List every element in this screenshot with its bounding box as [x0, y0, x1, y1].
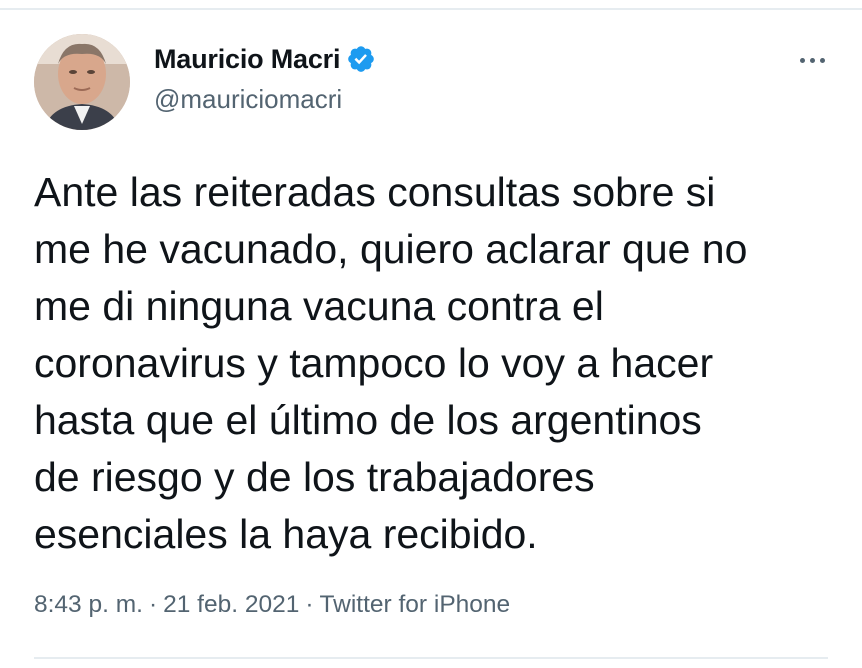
tweet-text-line: de riesgo y de los trabajadores [34, 454, 595, 500]
avatar-image [34, 34, 130, 130]
tweet-metadata: 8:43 p. m. · 21 feb. 2021 · Twitter for iPho… [34, 591, 510, 619]
top-divider [0, 8, 862, 10]
author-name-row: Mauricio Macri [154, 41, 376, 77]
avatar[interactable] [34, 34, 130, 130]
more-horizontal-icon [799, 57, 805, 63]
tweet-text-line: Ante las reiteradas consultas sobre si [34, 169, 716, 215]
author-display-name[interactable]: Mauricio Macri [154, 44, 340, 75]
tweet-text-line: esenciales la haya recibido. [34, 511, 538, 557]
tweet-text-line: me he vacunado, quiero aclarar que no [34, 226, 748, 272]
tweet-time[interactable]: 8:43 p. m. [34, 591, 143, 618]
more-horizontal-icon-dot [809, 57, 815, 63]
tweet-text-line: coronavirus y tampoco lo voy a hacer [34, 340, 714, 386]
more-horizontal-icon-dot [819, 57, 825, 63]
meta-separator: · [305, 591, 314, 618]
meta-separator: · [148, 591, 158, 618]
tweet-text-line: me di ninguna vacuna contra el [34, 283, 604, 329]
author-handle[interactable]: @mauriciomacri [154, 84, 342, 115]
more-options-button[interactable] [790, 46, 834, 74]
tweet-date[interactable]: 21 feb. 2021 [163, 591, 299, 618]
tweet-text-line: hasta que el último de los argentinos [34, 397, 702, 443]
tweet-source[interactable]: Twitter for iPhone [320, 591, 511, 618]
tweet-text: Ante las reiteradas consultas sobre si m… [34, 164, 834, 563]
verified-badge-icon [346, 44, 376, 74]
bottom-divider [34, 657, 828, 659]
